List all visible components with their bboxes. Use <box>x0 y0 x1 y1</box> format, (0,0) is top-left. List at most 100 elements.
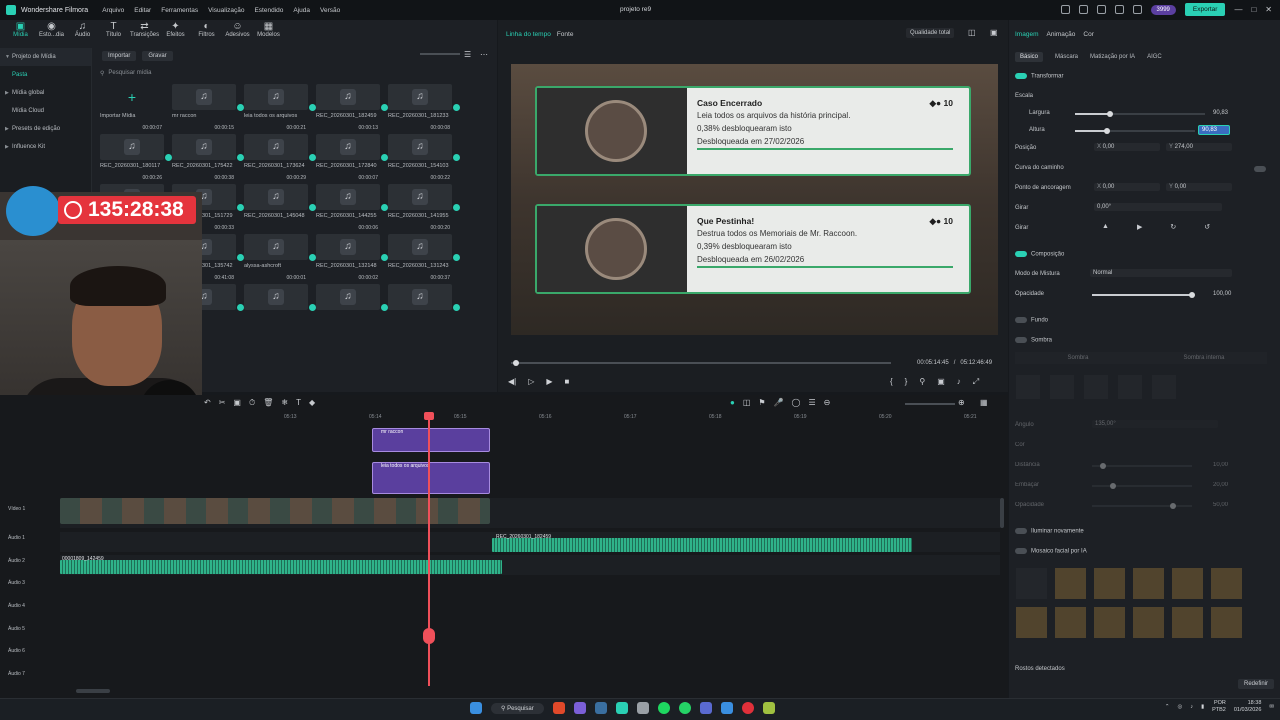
flip-vertical-icon[interactable]: ▲ <box>1102 223 1109 231</box>
tray-volume-icon[interactable]: ♪ <box>1190 704 1193 710</box>
timeline-vscrollbar[interactable] <box>1000 498 1004 528</box>
tab-shadow[interactable]: Sombra <box>1015 352 1141 364</box>
preview-scrubber[interactable] <box>511 362 891 364</box>
mark-out-icon[interactable]: } <box>905 377 908 387</box>
reset-button[interactable]: Redefinir <box>1238 679 1275 689</box>
sidebar-item-influence-kit[interactable]: ▶ Influence Kit <box>0 138 91 156</box>
menu-versao[interactable]: Versão <box>320 7 340 14</box>
distance-slider[interactable] <box>1092 463 1192 469</box>
path-curve-toggle[interactable] <box>1254 166 1266 172</box>
sidebar-item-cloud-media[interactable]: Mídia Cloud <box>0 102 91 120</box>
anchor-y-input[interactable]: Y 0,00 <box>1166 183 1232 191</box>
steam-icon[interactable] <box>594 702 607 714</box>
tab-image[interactable]: Imagem <box>1015 31 1038 38</box>
import-button[interactable]: Importar <box>102 51 137 61</box>
background-toggle[interactable] <box>1015 317 1027 323</box>
tab-animation[interactable]: Animação <box>1046 31 1075 38</box>
menu-visualizacao[interactable]: Visualização <box>208 7 244 14</box>
media-thumbnail[interactable]: ♫ 00:00:37 <box>388 275 460 311</box>
prev-frame-icon[interactable]: ◀| <box>508 377 516 386</box>
obs-icon[interactable] <box>636 702 649 714</box>
media-thumbnail[interactable]: ♫ 00:00:02 <box>316 275 388 311</box>
anchor-x-input[interactable]: X 0,00 <box>1094 183 1160 191</box>
height-input[interactable]: 90,83 <box>1198 125 1230 135</box>
relight-section[interactable]: Iluminar novamente <box>1015 528 1084 535</box>
tab-effects[interactable]: ✦ Efeitos <box>161 22 190 39</box>
shadow-opacity-value[interactable]: 50,00 <box>1213 502 1228 508</box>
zoom-icon[interactable]: ⚲ <box>919 377 925 387</box>
audio-mix-icon[interactable]: ☰ <box>809 398 816 407</box>
opacity-knob[interactable] <box>1189 292 1195 298</box>
shield-icon[interactable]: ◯ <box>792 398 801 407</box>
shadow-preset[interactable] <box>1050 375 1074 399</box>
position-x-input[interactable]: X 0,00 <box>1094 143 1160 151</box>
menu-ferramentas[interactable]: Ferramentas <box>161 7 198 14</box>
sidebar-item-folder[interactable]: Pasta <box>0 66 91 84</box>
subtab-basic[interactable]: Básico <box>1015 52 1044 62</box>
media-thumbnail[interactable]: ♫ 00:00:13 <box>316 125 388 161</box>
windows-start-icon[interactable] <box>470 702 482 714</box>
split-icon[interactable]: ✂ <box>219 398 226 408</box>
mosaic-preset[interactable] <box>1133 568 1164 599</box>
zoom-in-icon[interactable]: ⊕ <box>958 398 965 407</box>
camera-icon[interactable]: ▣ <box>937 377 945 387</box>
snap-icon[interactable]: ◫ <box>743 398 751 407</box>
media-thumbnail[interactable]: ♫ <box>172 84 244 111</box>
tab-media[interactable]: ▣ Mídia <box>6 22 35 39</box>
tab-audio[interactable]: ♫ Áudio <box>68 22 97 39</box>
audio-clip[interactable] <box>492 538 912 552</box>
notifications-icon[interactable]: ✉ <box>1269 704 1274 710</box>
scrubber-handle[interactable] <box>512 360 519 366</box>
shadow-preset[interactable] <box>1118 375 1142 399</box>
shadow-preset[interactable] <box>1152 375 1176 399</box>
play-icon[interactable]: ▶ <box>546 377 552 386</box>
tab-timeline[interactable]: Linha do tempo <box>506 31 551 38</box>
tab-inner-shadow[interactable]: Sombra interna <box>1141 352 1267 364</box>
quality-dropdown[interactable]: Qualidade total <box>906 28 955 38</box>
media-thumbnail[interactable]: ♫ <box>316 84 388 111</box>
distance-knob[interactable] <box>1100 463 1106 469</box>
blur-slider[interactable] <box>1092 483 1192 489</box>
media-thumbnail[interactable]: ♫ <box>388 84 460 111</box>
composition-toggle[interactable] <box>1015 251 1027 257</box>
filmora-icon[interactable] <box>615 702 628 714</box>
opacity-slider[interactable] <box>1092 292 1195 298</box>
blur-value[interactable]: 20,00 <box>1213 482 1228 488</box>
flip-horizontal-icon[interactable]: ▶ <box>1137 223 1142 231</box>
face-mosaic-toggle[interactable] <box>1015 548 1027 554</box>
app-icon[interactable] <box>720 702 733 714</box>
timeline-hscrollbar[interactable] <box>76 689 110 693</box>
angle-input[interactable]: 135,00° <box>1092 420 1218 428</box>
transform-section[interactable]: Transformar <box>1015 73 1063 80</box>
clock[interactable]: 18:38 01/03/2026 <box>1234 700 1262 714</box>
play-back-icon[interactable]: ▷ <box>528 377 534 386</box>
width-value[interactable]: 90,83 <box>1213 110 1228 116</box>
mosaic-preset[interactable] <box>1055 607 1086 638</box>
tab-templates[interactable]: ▦ Modelos <box>254 22 283 39</box>
delete-icon[interactable]: 🗑 <box>263 398 273 408</box>
menu-ajuda[interactable]: Ajuda <box>293 7 310 14</box>
sidebar-item-global-media[interactable]: ▶ Mídia global <box>0 84 91 102</box>
tab-filters[interactable]: ◐ Filtros <box>192 22 221 39</box>
tab-stock[interactable]: ◉ Esto...dia <box>37 22 66 39</box>
mosaic-preset[interactable] <box>1133 607 1164 638</box>
relight-toggle[interactable] <box>1015 528 1027 534</box>
playhead-handle[interactable] <box>424 412 434 420</box>
timeline-zoom-slider[interactable] <box>905 403 955 405</box>
subtab-aigc[interactable]: AIGC <box>1147 54 1162 60</box>
blur-knob[interactable] <box>1110 483 1116 489</box>
playhead-cut-icon[interactable] <box>423 628 435 644</box>
shadow-opacity-slider[interactable] <box>1092 503 1192 509</box>
brave-icon[interactable] <box>552 702 565 714</box>
menu-arquivo[interactable]: Arquivo <box>102 7 124 14</box>
devices-icon[interactable] <box>1060 5 1070 14</box>
mark-in-icon[interactable]: { <box>890 377 893 387</box>
battery-icon[interactable]: ▮ <box>1201 704 1204 710</box>
mosaic-preset[interactable] <box>1211 568 1242 599</box>
tab-stickers[interactable]: ☺ Adesivos <box>223 22 252 39</box>
minimize-icon[interactable]: — <box>1234 5 1242 14</box>
credits-badge[interactable]: 3999 <box>1150 4 1176 15</box>
speed-icon[interactable]: ⏱ <box>249 398 255 408</box>
width-knob[interactable] <box>1106 111 1113 117</box>
face-mosaic-section[interactable]: Mosaico facial por IA <box>1015 548 1087 555</box>
